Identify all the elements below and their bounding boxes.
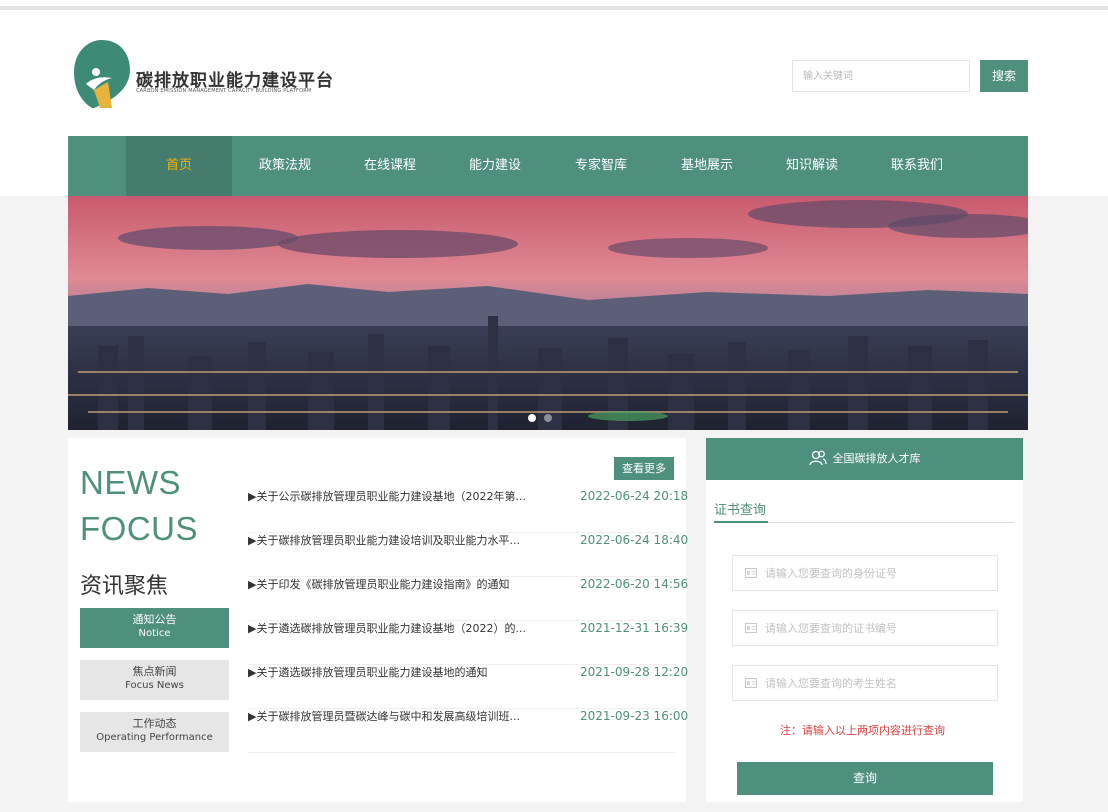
news-item[interactable]: ▶关于公示碳排放管理员职业能力建设基地（2022年第... 2022-06-24… [248, 488, 688, 533]
nav-item-knowledge[interactable]: 知识解读 [759, 136, 865, 196]
nav-item-experts[interactable]: 专家智库 [548, 136, 654, 196]
tab-active-indicator [714, 521, 768, 523]
news-item-date: 2022-06-24 18:40 [580, 533, 689, 547]
talent-pool-button[interactable]: 全国碳排放人才库 [706, 438, 1023, 480]
tab-certificate-query[interactable]: 证书查询 [714, 499, 766, 518]
top-divider [0, 6, 1108, 10]
news-item[interactable]: ▶关于遴选碳排放管理员职业能力建设基地的通知 2021-09-28 12:20 [248, 664, 688, 709]
tab-operating-cn: 工作动态 [132, 717, 177, 730]
banner-image [68, 196, 1028, 430]
nav-item-home[interactable]: 首页 [126, 136, 232, 196]
tab-notice[interactable]: 通知公告 Notice [80, 608, 229, 648]
news-item-title[interactable]: ▶关于碳排放管理员职业能力建设培训及职业能力水平... [248, 532, 548, 548]
news-item-title[interactable]: ▶关于碳排放管理员暨碳达峰与碳中和发展高级培训班... [248, 708, 548, 724]
news-item[interactable]: ▶关于遴选碳排放管理员职业能力建设基地（2022）的... 2021-12-31… [248, 620, 688, 665]
tab-operating[interactable]: 工作动态 Operating Performance [80, 712, 229, 752]
certificate-number-field[interactable] [732, 610, 998, 646]
news-item-date: 2022-06-24 20:18 [580, 489, 689, 503]
tab-notice-en: Notice [138, 628, 171, 639]
id-number-field[interactable] [732, 555, 998, 591]
tab-notice-cn: 通知公告 [132, 613, 177, 626]
id-number-input[interactable] [765, 556, 990, 590]
brand-subtitle: CARBON EMISSION MANAGEMENT CAPACITY BUIL… [136, 88, 312, 94]
id-card-icon [745, 678, 757, 688]
news-heading-en-2: FOCUS [80, 510, 198, 547]
news-item[interactable]: ▶关于碳排放管理员暨碳达峰与碳中和发展高级培训班... 2021-09-23 1… [248, 708, 688, 753]
talent-pool-label: 全国碳排放人才库 [832, 452, 921, 465]
nav-item-contact[interactable]: 联系我们 [864, 136, 970, 196]
banner-dot-2[interactable] [544, 414, 552, 422]
news-item[interactable]: ▶关于印发《碳排放管理员职业能力建设指南》的通知 2022-06-20 14:5… [248, 576, 688, 621]
tab-focus-news[interactable]: 焦点新闻 Focus News [80, 660, 229, 700]
search-input[interactable] [792, 60, 970, 92]
main-nav: 首页 政策法规 在线课程 能力建设 专家智库 基地展示 知识解读 联系我们 [68, 136, 1028, 196]
news-heading-en-1: NEWS [80, 464, 181, 501]
people-icon [808, 450, 827, 466]
nav-item-capacity[interactable]: 能力建设 [442, 136, 548, 196]
certificate-number-input[interactable] [765, 611, 990, 645]
nav-item-courses[interactable]: 在线课程 [337, 136, 443, 196]
nav-item-policy[interactable]: 政策法规 [232, 136, 338, 196]
logo-mark-icon[interactable] [72, 38, 132, 110]
tab-focus-news-en: Focus News [125, 680, 184, 691]
news-item-title[interactable]: ▶关于公示碳排放管理员职业能力建设基地（2022年第... [248, 488, 548, 504]
candidate-name-field[interactable] [732, 665, 998, 701]
news-item-date: 2022-06-20 14:56 [580, 577, 689, 591]
banner-dot-1[interactable] [528, 414, 536, 422]
query-note: 注：请输入以上两项内容进行查询 [780, 724, 945, 737]
news-item[interactable]: ▶关于碳排放管理员职业能力建设培训及职业能力水平... 2022-06-24 1… [248, 532, 688, 577]
news-item-date: 2021-09-28 12:20 [580, 665, 689, 679]
news-item-title[interactable]: ▶关于印发《碳排放管理员职业能力建设指南》的通知 [248, 576, 548, 592]
news-item-title[interactable]: ▶关于遴选碳排放管理员职业能力建设基地的通知 [248, 664, 548, 680]
news-item-title[interactable]: ▶关于遴选碳排放管理员职业能力建设基地（2022）的... [248, 620, 548, 636]
news-item-date: 2021-12-31 16:39 [580, 621, 689, 635]
news-heading-cn: 资讯聚焦 [80, 574, 169, 599]
id-card-icon [745, 568, 757, 578]
candidate-name-input[interactable] [765, 666, 990, 700]
news-item-date: 2021-09-23 16:00 [580, 709, 689, 723]
query-button[interactable]: 查询 [737, 762, 993, 795]
more-button[interactable]: 查看更多 [614, 457, 674, 480]
search-button[interactable]: 搜索 [980, 60, 1028, 92]
hero-banner[interactable] [68, 196, 1028, 430]
id-card-icon [745, 623, 757, 633]
tab-operating-en: Operating Performance [96, 732, 213, 743]
tab-focus-news-cn: 焦点新闻 [132, 665, 177, 678]
nav-item-bases[interactable]: 基地展示 [654, 136, 760, 196]
